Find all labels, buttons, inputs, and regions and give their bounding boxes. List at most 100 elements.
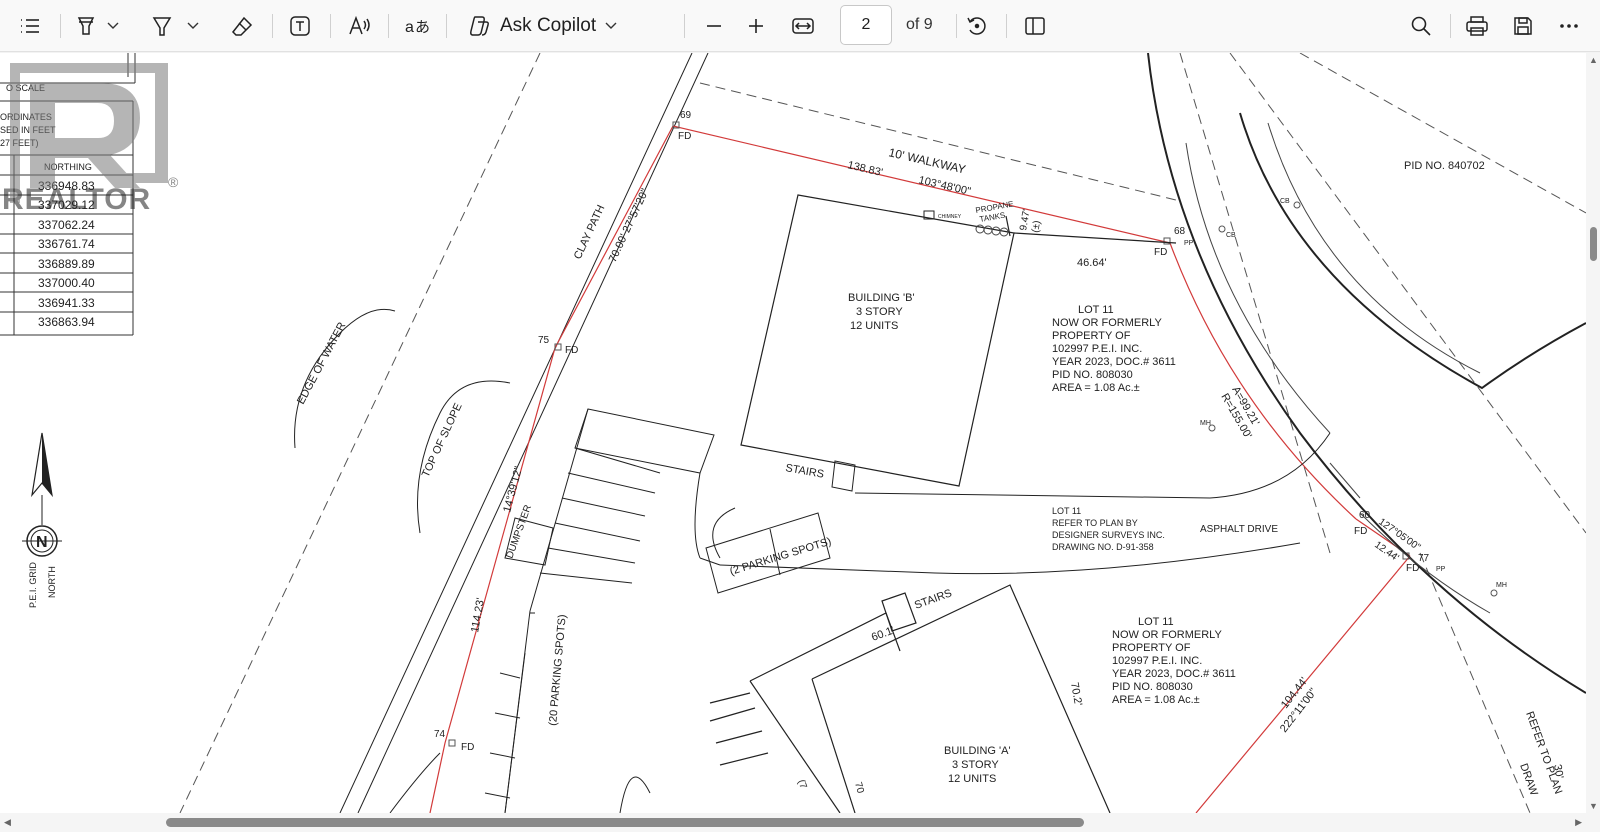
- building-a: [709, 584, 1111, 813]
- parking-2-label: (2 PARKING SPOTS): [728, 536, 832, 578]
- chevron-down-icon[interactable]: [184, 10, 202, 42]
- building-a-name: BUILDING 'A': [944, 745, 1011, 757]
- parking-lot: [484, 408, 831, 813]
- coords-column-header: NORTHING: [44, 162, 92, 172]
- svg-text:a: a: [405, 19, 414, 36]
- vertical-scrollbar[interactable]: ▲ ▼: [1586, 53, 1600, 813]
- svg-text:あ: あ: [415, 18, 430, 36]
- ask-copilot-button[interactable]: Ask Copilot: [500, 10, 600, 42]
- draw-icon[interactable]: [148, 10, 176, 42]
- point-fd: FD: [1154, 247, 1167, 258]
- north-arrow: N P.E.I. GRID NORTH: [22, 432, 62, 608]
- save-icon[interactable]: [1508, 10, 1538, 42]
- asphalt-drive-label: ASPHALT DRIVE: [1200, 524, 1278, 535]
- building-a-story: 3 STORY: [952, 759, 999, 771]
- power-pole-label: PP: [1436, 566, 1446, 573]
- walkway-label: 10' WALKWAY: [887, 145, 967, 176]
- coords-cell: 337000.40: [38, 276, 95, 290]
- chevron-down-icon[interactable]: [104, 10, 122, 42]
- point-75: 75: [538, 335, 550, 346]
- stairs-a-label: STAIRS: [913, 587, 954, 612]
- text-icon[interactable]: [286, 10, 314, 42]
- clay-path-label: CLAY PATH: [572, 203, 608, 261]
- coords-cell: 336761.74: [38, 237, 95, 251]
- point-77: 77: [1418, 553, 1430, 564]
- ask-copilot-label: Ask Copilot: [500, 15, 597, 36]
- coords-cell: 336889.89: [38, 257, 95, 271]
- lot11-refer-line: DRAWING NO. D-91-358: [1052, 542, 1154, 552]
- eraser-icon[interactable]: [228, 10, 256, 42]
- scroll-right-icon[interactable]: ▶: [1575, 817, 1582, 828]
- lot11-b-line: AREA = 1.08 Ac.±: [1112, 694, 1200, 706]
- copilot-icon[interactable]: [464, 10, 494, 42]
- point-fd: FD: [461, 742, 474, 753]
- lot11-b-line: NOW OR FORMERLY: [1112, 629, 1222, 641]
- lot11-a-line: NOW OR FORMERLY: [1052, 317, 1162, 329]
- point-68: 68: [1174, 226, 1186, 237]
- parking-20-label: (20 PARKING SPOTS): [547, 614, 569, 726]
- horizontal-scrollbar[interactable]: ◀ ▶: [0, 813, 1600, 832]
- scroll-left-icon[interactable]: ◀: [4, 817, 11, 828]
- translate-icon[interactable]: aあ: [402, 10, 432, 42]
- site-plan-drawing: O SCALE ORDINATES SED IN FEET 27 FEET) N…: [0, 53, 1586, 813]
- read-aloud-icon[interactable]: [346, 10, 374, 42]
- toolbar: aあ Ask Copilot 2 of 9: [0, 0, 1600, 52]
- more-icon[interactable]: [1554, 10, 1584, 42]
- lot11-b-line: LOT 11: [1138, 616, 1174, 628]
- zoom-in-icon[interactable]: [742, 10, 770, 42]
- lot11-a-line: PID NO. 808030: [1052, 369, 1133, 381]
- page-number-value: 2: [861, 16, 871, 33]
- scroll-down-icon[interactable]: ▼: [1589, 801, 1598, 811]
- catch-basin-label: CB: [1280, 198, 1290, 205]
- fit-width-icon[interactable]: [788, 10, 818, 42]
- coords-header-line: SED IN FEET: [0, 125, 56, 135]
- dim-pm: (±): [1030, 220, 1043, 234]
- coords-cell: 336863.94: [38, 315, 95, 329]
- lot11-refer-line: DESIGNER SURVEYS INC.: [1052, 530, 1165, 540]
- lot11-a-line: PROPERTY OF: [1052, 330, 1131, 342]
- search-icon[interactable]: [1406, 10, 1436, 42]
- lot11-b-line: YEAR 2023, DOC.# 3611: [1112, 668, 1236, 680]
- horizontal-scroll-thumb[interactable]: [166, 818, 1084, 827]
- dim-46-64: 46.64': [1077, 257, 1107, 269]
- bearing-top-dist: 138.83': [846, 159, 884, 179]
- lot11-b-line: PID NO. 808030: [1112, 681, 1193, 693]
- pid-840702: PID NO. 840702: [1404, 160, 1485, 172]
- zoom-out-icon[interactable]: [700, 10, 728, 42]
- building-a-units: 12 UNITS: [948, 773, 996, 785]
- page-view-icon[interactable]: [1020, 10, 1050, 42]
- lot11-a-line: YEAR 2023, DOC.# 3611: [1052, 356, 1176, 368]
- catch-basin-label: CB: [1226, 232, 1236, 239]
- page-number-input[interactable]: 2: [840, 5, 892, 45]
- coords-cell: 336941.33: [38, 296, 95, 310]
- stairs-b-label: STAIRS: [784, 462, 824, 481]
- coords-cell: 337029.12: [38, 198, 95, 212]
- dim-30: 30': [1551, 763, 1565, 779]
- print-icon[interactable]: [1462, 10, 1492, 42]
- building-b-story: 3 STORY: [856, 306, 903, 318]
- dim-70-00: 70.00' 27°57'20": [607, 187, 652, 264]
- building-b-name: BUILDING 'B': [848, 292, 915, 304]
- chevron-down-icon[interactable]: [602, 10, 620, 42]
- bearing-top-angle: 103°48'00": [917, 174, 972, 198]
- scroll-up-icon[interactable]: ▲: [1589, 55, 1598, 65]
- coords-header-line: ORDINATES: [0, 112, 52, 122]
- draw-label: DRAW: [1517, 762, 1540, 798]
- coords-cell: 337062.24: [38, 218, 95, 232]
- lot11-b-line: PROPERTY OF: [1112, 642, 1191, 654]
- pei-grid-label: P.E.I. GRID: [28, 562, 38, 608]
- rotate-icon[interactable]: [962, 10, 992, 42]
- point-74: 74: [434, 729, 446, 740]
- top-of-slope-label: TOP OF SLOPE: [420, 401, 465, 479]
- angle-14-39: 14°39'12": [501, 465, 525, 514]
- power-pole-label: PP: [1184, 240, 1194, 247]
- vertical-scroll-thumb[interactable]: [1590, 227, 1597, 261]
- contents-icon[interactable]: [14, 10, 46, 42]
- highlight-icon[interactable]: [72, 10, 100, 42]
- lot11-refer-line: REFER TO PLAN BY: [1052, 518, 1138, 528]
- coords-header-line: 27 FEET): [0, 138, 39, 148]
- document-page: O SCALE ORDINATES SED IN FEET 27 FEET) N…: [0, 53, 1586, 813]
- dist-12-44: 12.44': [1372, 539, 1400, 564]
- dim-114-23: 114.23': [469, 597, 487, 633]
- lot11-a-line: AREA = 1.08 Ac.±: [1052, 382, 1140, 394]
